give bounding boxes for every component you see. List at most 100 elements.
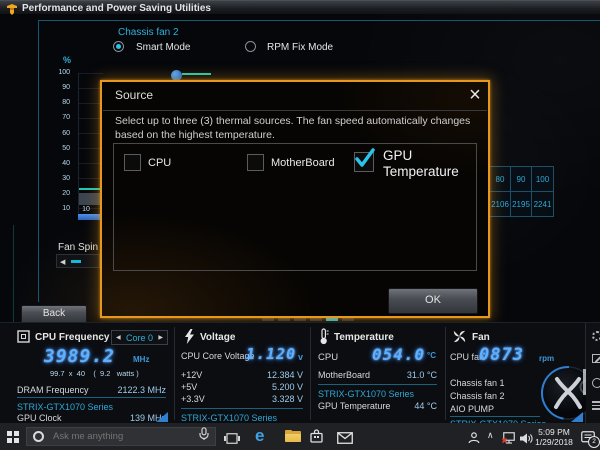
cpu-frequency-unit: MHz xyxy=(133,355,149,364)
radio-smart-mode-label: Smart Mode xyxy=(136,42,190,53)
action-center-icon[interactable]: 2 xyxy=(581,430,595,448)
cpu-core-voltage-label: CPU Core Voltage xyxy=(181,351,255,361)
page-dash-active[interactable] xyxy=(326,318,338,321)
curve-table-rpm-cell: 2195 xyxy=(510,191,532,217)
screen: Performance and Power Saving Utilities C… xyxy=(0,0,600,450)
microphone-icon[interactable] xyxy=(199,427,209,446)
radio-smart-mode[interactable] xyxy=(113,41,124,52)
page-dash[interactable] xyxy=(278,318,290,321)
cpu-fan-value: 0873 xyxy=(479,345,524,365)
gear-icon[interactable] xyxy=(592,331,600,341)
stepper-value-dash xyxy=(71,260,81,263)
section-divider xyxy=(445,327,446,420)
resize-corner-icon[interactable] xyxy=(156,412,168,422)
panel-top-border xyxy=(38,20,600,21)
core-next-icon[interactable]: ▶ xyxy=(158,334,163,341)
gpu-series-label: STRIX-GTX1070 Series xyxy=(17,402,113,412)
radio-rpm-fix-mode[interactable] xyxy=(245,41,256,52)
app-title: Performance and Power Saving Utilities xyxy=(22,2,211,15)
ok-button[interactable]: OK xyxy=(388,288,478,314)
rail-12v-value: 12.384 V xyxy=(238,370,303,380)
curve-table-rpm-cell: 2241 xyxy=(531,191,554,217)
rail-12v-label: +12V xyxy=(181,370,202,380)
edit-icon[interactable] xyxy=(592,354,600,363)
curve-table-temp-cell: 80 xyxy=(489,166,511,192)
notification-badge: 2 xyxy=(588,436,600,448)
scrollbar-thumb[interactable] xyxy=(583,369,586,395)
fan-swirl-icon xyxy=(452,329,467,349)
rail-5v-value: 5.200 V xyxy=(238,382,303,392)
tray-clock[interactable]: 5:09 PM 1/29/2018 xyxy=(531,427,577,447)
search-box[interactable] xyxy=(26,427,216,446)
fan-title: Fan xyxy=(472,332,490,343)
checkbox-cpu-label: CPU xyxy=(148,157,171,169)
cortana-icon xyxy=(33,431,44,442)
rail-5v-label: +5V xyxy=(181,382,197,392)
core-selector[interactable]: ◀ Core 0 ▶ xyxy=(111,330,168,345)
tray-chevron-icon[interactable]: ∧ xyxy=(487,430,494,441)
stepper-left-arrow-icon[interactable]: ◀ xyxy=(60,258,65,266)
voltage-title: Voltage xyxy=(200,332,235,343)
people-icon[interactable] xyxy=(468,431,480,449)
dialog-separator xyxy=(103,110,487,111)
motherboard-temp-value: 31.0 °C xyxy=(382,370,437,380)
y-tick: 50 xyxy=(54,145,70,152)
store-icon[interactable] xyxy=(310,429,323,448)
radio-rpm-fix-mode-label: RPM Fix Mode xyxy=(267,42,333,53)
y-tick: 40 xyxy=(54,160,70,167)
cpu-core-voltage-value: 1.120 xyxy=(246,345,296,363)
page-dash[interactable] xyxy=(342,318,354,321)
cpu-core-voltage-unit: v xyxy=(298,352,303,362)
fan-spin-stepper[interactable]: ◀ xyxy=(56,254,100,268)
app-title-bar: Performance and Power Saving Utilities xyxy=(0,0,600,14)
page-dash[interactable] xyxy=(310,318,322,321)
y-tick: 30 xyxy=(54,175,70,182)
edge-browser-icon[interactable]: e xyxy=(255,426,264,446)
page-dash[interactable] xyxy=(294,318,306,321)
section-divider xyxy=(174,327,175,420)
tuf-logo-icon xyxy=(6,2,18,20)
task-view-icon[interactable] xyxy=(224,431,240,449)
mail-icon[interactable] xyxy=(337,431,353,449)
voltage-bolt-icon xyxy=(184,329,195,349)
y-tick: 70 xyxy=(54,114,70,121)
curve-table-temp-cell: 90 xyxy=(510,166,532,192)
x-tick: 10 xyxy=(78,206,94,213)
gpu-series-label: STRIX-GTX1070 Series xyxy=(318,389,414,399)
core-prev-icon[interactable]: ◀ xyxy=(116,334,121,341)
curve-table-temp-cell: 100 xyxy=(531,166,554,192)
fan-curve-top-segment xyxy=(182,73,211,75)
page-dash[interactable] xyxy=(262,318,274,321)
network-icon[interactable] xyxy=(502,431,516,449)
record-circle-icon[interactable] xyxy=(592,378,600,388)
cpu-temp-value: 054.0 xyxy=(372,345,425,364)
aio-pump-label: AIO PUMP xyxy=(450,404,494,414)
start-button[interactable] xyxy=(7,431,19,443)
cpu-temp-label: CPU xyxy=(318,352,338,363)
thermometer-icon xyxy=(319,328,329,350)
gpu-divider xyxy=(450,416,540,417)
gpu-divider xyxy=(17,397,166,398)
curve-table-rpm-cell: 2106 xyxy=(489,191,511,217)
y-tick: 90 xyxy=(54,84,70,91)
y-tick: 80 xyxy=(54,99,70,106)
file-explorer-icon[interactable] xyxy=(285,430,301,443)
checkbox-cpu[interactable] xyxy=(124,154,141,171)
taskbar: e ∧ 5:09 PM 1/29/2018 2 xyxy=(0,423,600,450)
cpu-frequency-title: CPU Frequency xyxy=(35,332,109,343)
dialog-title: Source xyxy=(115,88,153,102)
search-input[interactable] xyxy=(51,430,185,443)
menu-icon[interactable] xyxy=(592,401,600,411)
clock-time: 5:09 PM xyxy=(531,427,577,437)
chassis-fan2-label: Chassis fan 2 xyxy=(450,391,505,401)
app-window: Performance and Power Saving Utilities C… xyxy=(0,0,600,423)
close-icon[interactable]: × xyxy=(464,84,486,106)
fan-name-label: Chassis fan 2 xyxy=(118,27,179,38)
cpu-chip-icon xyxy=(17,330,30,348)
clock-date: 1/29/2018 xyxy=(531,437,577,447)
y-axis-unit-label: % xyxy=(63,55,71,65)
gpu-divider xyxy=(318,384,437,385)
dram-frequency-value: 2122.3 MHz xyxy=(96,385,166,395)
resize-corner-icon[interactable] xyxy=(571,412,583,422)
checkbox-motherboard[interactable] xyxy=(247,154,264,171)
